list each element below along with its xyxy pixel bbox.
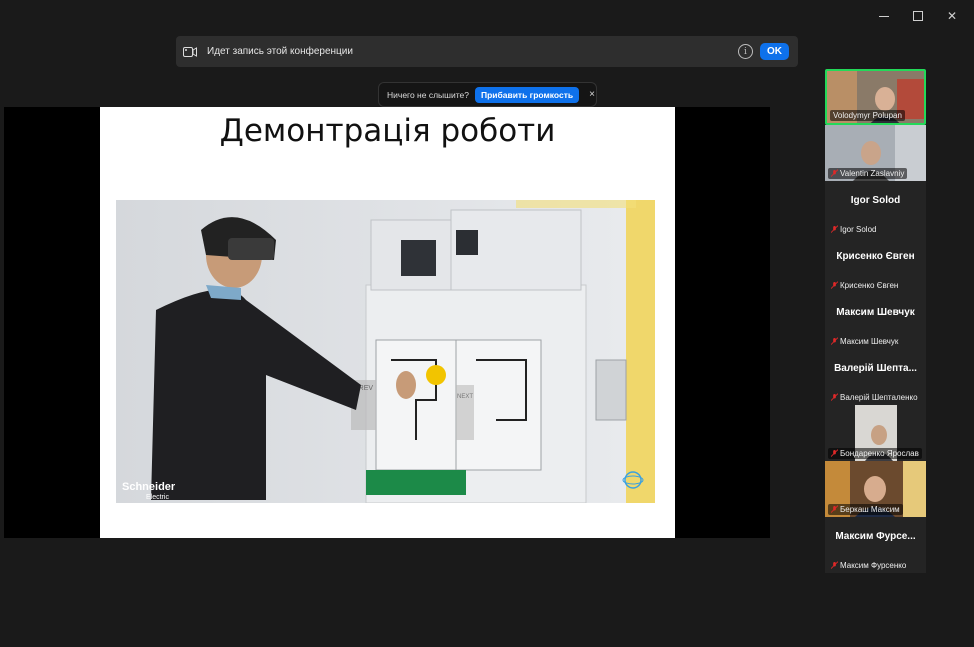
participant-tile[interactable]: Максим Фурсе... Максим Фурсенко bbox=[825, 517, 926, 573]
participant-name-label: Volodymyr Polupan bbox=[830, 110, 905, 121]
muted-mic-icon bbox=[831, 337, 838, 345]
muted-mic-icon bbox=[831, 225, 838, 233]
participant-display-name: Максим Шевчук bbox=[836, 307, 915, 318]
participant-name-label: Максим Фурсенко bbox=[828, 560, 909, 571]
muted-mic-icon bbox=[831, 281, 838, 289]
participant-tile[interactable]: Бондаренко Ярослав bbox=[825, 405, 926, 461]
minimize-icon[interactable] bbox=[876, 8, 892, 24]
participant-tile[interactable]: Volodymyr Polupan bbox=[825, 69, 926, 125]
next-label: NEXT bbox=[457, 394, 473, 400]
ok-button[interactable]: OK bbox=[760, 43, 789, 60]
participant-gallery: Volodymyr Polupan Valentin Zaslavniy Igo… bbox=[825, 69, 926, 574]
window-controls: ✕ bbox=[876, 8, 960, 24]
recording-banner: Идет запись этой конференции i OK bbox=[176, 36, 798, 67]
brand-logo-sub: Electric bbox=[146, 494, 169, 501]
participant-tile[interactable]: Беркаш Максим bbox=[825, 461, 926, 517]
participant-display-name: Igor Solod bbox=[850, 195, 901, 206]
recording-text: Идет запись этой конференции bbox=[207, 46, 353, 57]
participant-tile[interactable]: Крисенко Євген Крисенко Євген bbox=[825, 237, 926, 293]
participant-tile[interactable]: Valentin Zaslavniy bbox=[825, 125, 926, 181]
participant-tile[interactable]: Максим Шевчук Максим Шевчук bbox=[825, 293, 926, 349]
recording-camera-icon bbox=[183, 46, 199, 58]
audio-prompt-text: Ничего не слышите? bbox=[387, 89, 469, 100]
participant-name-label: Бондаренко Ярослав bbox=[828, 448, 922, 459]
close-window-icon[interactable]: ✕ bbox=[944, 8, 960, 24]
participant-name-label: Valentin Zaslavniy bbox=[828, 168, 908, 179]
increase-volume-button[interactable]: Прибавить громкость bbox=[474, 86, 580, 103]
audio-prompt: Ничего не слышите? Прибавить громкость × bbox=[378, 82, 597, 107]
maximize-icon[interactable] bbox=[910, 8, 926, 24]
participant-name-label: Крисенко Євген bbox=[828, 280, 901, 291]
presentation-slide: Демонтрація роботи PREV NEXT Schneider E… bbox=[100, 107, 675, 538]
participant-name-label: Максим Шевчук bbox=[828, 336, 901, 347]
slide-title: Демонтрація роботи bbox=[219, 113, 556, 149]
participant-name-label: Igor Solod bbox=[828, 224, 879, 235]
participant-name-label: Беркаш Максим bbox=[828, 504, 903, 515]
participant-name-label: Валерій Шепталенко bbox=[828, 392, 921, 403]
muted-mic-icon bbox=[831, 393, 838, 401]
close-icon[interactable]: × bbox=[589, 89, 595, 100]
muted-mic-icon bbox=[831, 449, 838, 457]
brand-logo-text: Schneider bbox=[122, 481, 176, 493]
participant-tile[interactable]: Igor Solod Igor Solod bbox=[825, 181, 926, 237]
muted-mic-icon bbox=[831, 169, 838, 177]
muted-mic-icon bbox=[831, 561, 838, 569]
participant-display-name: Максим Фурсе... bbox=[835, 531, 916, 542]
participant-tile[interactable]: Валерій Шепта... Валерій Шепталенко bbox=[825, 349, 926, 405]
participant-display-name: Валерій Шепта... bbox=[834, 363, 917, 374]
muted-mic-icon bbox=[831, 505, 838, 513]
slide-photo: PREV NEXT Schneider Electric bbox=[116, 200, 655, 503]
participant-display-name: Крисенко Євген bbox=[836, 251, 915, 262]
info-icon[interactable]: i bbox=[738, 44, 753, 59]
